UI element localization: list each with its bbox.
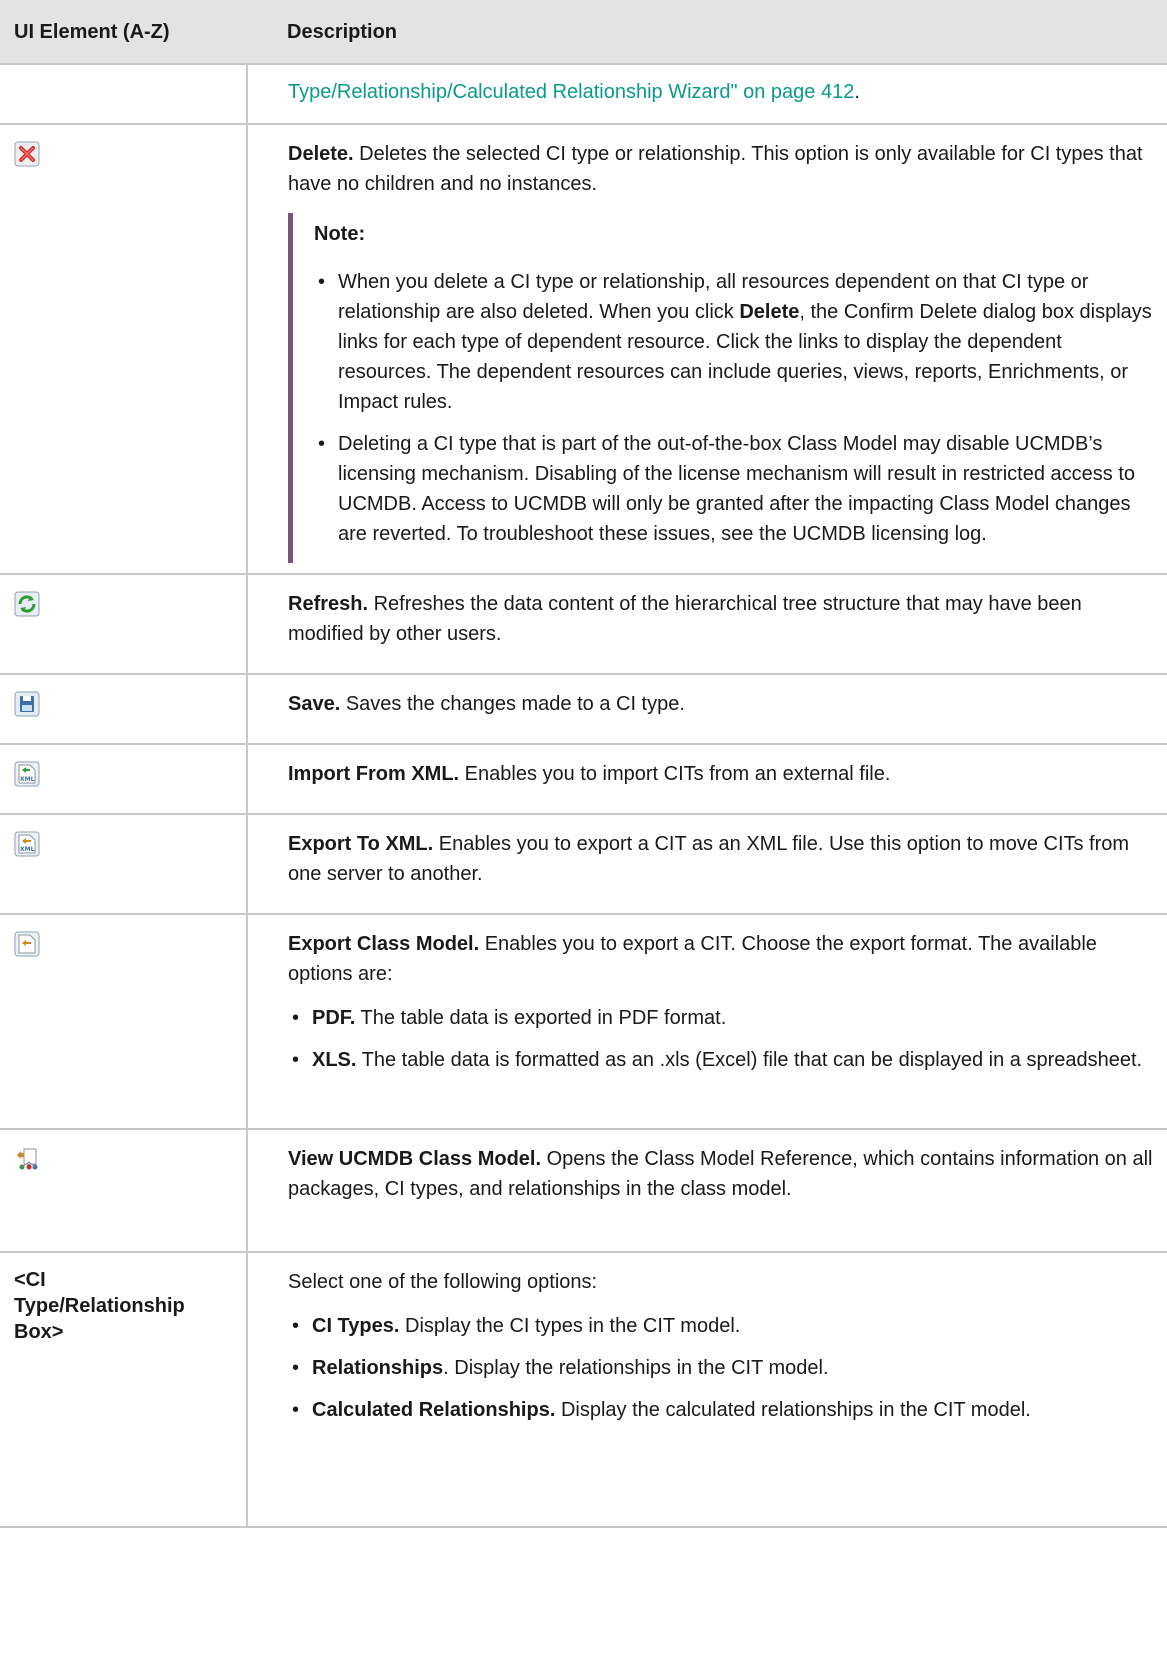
view-class-model-title: View UCMDB Class Model. [288, 1148, 542, 1170]
ci-type-box-label: <CI Type/Relationship Box> [14, 1267, 246, 1345]
bullet: • [292, 1049, 300, 1071]
ci-type-box-intro: Select one of the following options: [288, 1271, 598, 1293]
ui-element-cell [0, 64, 248, 125]
svg-text:XML: XML [20, 776, 35, 783]
bullet: • [292, 1357, 300, 1379]
bullet: • [292, 1315, 300, 1337]
list-item: • Calculated Relationships. Display the c… [288, 1395, 1155, 1425]
bullet: • [318, 433, 326, 455]
ci-type-options-list: • CI Types. Display the CI types in the C… [288, 1311, 1155, 1425]
save-icon [14, 691, 40, 717]
note2-text: Deleting a CI type that is part of the o… [338, 433, 1135, 545]
ui-element-cell: XML [0, 744, 248, 815]
export-class-model-icon [14, 931, 40, 957]
option-ci-types-text: Display the CI types in the CIT model. [399, 1315, 741, 1337]
option-xls-text: The table data is formatted as an .xls (… [356, 1049, 1143, 1071]
list-item: • XLS. The table data is formatted as an … [288, 1045, 1155, 1075]
wizard-page-link[interactable]: Type/Relationship/Calculated Relationshi… [288, 81, 854, 103]
ui-element-cell: <CI Type/Relationship Box> [0, 1252, 248, 1528]
svg-text:XML: XML [20, 846, 35, 853]
refresh-desc-text: Refreshes the data content of the hierar… [288, 593, 1082, 645]
option-relationships-label: Relationships [312, 1357, 444, 1379]
export-xml-description: Export To XML. Enables you to export a C… [288, 829, 1155, 889]
column-header-description: Description [247, 0, 1167, 65]
delete-desc-text: Deletes the selected CI type or relation… [288, 143, 1143, 195]
ui-element-cell [0, 914, 248, 1130]
option-pdf-label: PDF. [312, 1007, 356, 1029]
delete-description: Delete. Deletes the selected CI type or … [288, 139, 1155, 199]
description-cell: Save. Saves the changes made to a CI typ… [247, 674, 1167, 745]
table-row: Save. Saves the changes made to a CI typ… [0, 674, 1167, 745]
import-xml-title: Import From XML. [288, 763, 460, 785]
table-row: Type/Relationship/Calculated Relationshi… [0, 64, 1167, 125]
view-class-model-description: View UCMDB Class Model. Opens the Class … [288, 1144, 1155, 1204]
description-cell: Import From XML. Enables you to import C… [247, 744, 1167, 815]
table-row: XML Export To XML. Enables you to export… [0, 814, 1167, 915]
option-relationships-text: . Display the relationships in the CIT m… [443, 1357, 829, 1379]
delete-title: Delete. [288, 143, 354, 165]
bullet: • [292, 1399, 300, 1421]
list-item: • When you delete a CI type or relationsh… [314, 267, 1155, 417]
option-xls-label: XLS. [312, 1049, 357, 1071]
description-cell: Delete. Deletes the selected CI type or … [247, 124, 1167, 575]
bullet: • [318, 271, 326, 293]
table-row: <CI Type/Relationship Box> Select one of… [0, 1252, 1167, 1528]
option-ci-types-label: CI Types. [312, 1315, 400, 1337]
export-xml-title: Export To XML. [288, 833, 434, 855]
table-row: XML Import From XML. Enables you to impo… [0, 744, 1167, 815]
option-pdf-text: The table data is exported in PDF format… [355, 1007, 727, 1029]
import-xml-description: Import From XML. Enables you to import C… [288, 759, 1155, 789]
list-item: • Relationships. Display the relationship… [288, 1353, 1155, 1383]
export-options-list: • PDF. The table data is exported in PDF … [288, 1003, 1155, 1075]
export-xml-icon: XML [14, 831, 40, 857]
list-item: • PDF. The table data is exported in PDF … [288, 1003, 1155, 1033]
table-row: Delete. Deletes the selected CI type or … [0, 124, 1167, 575]
ui-element-cell [0, 574, 248, 675]
export-class-model-title: Export Class Model. [288, 933, 480, 955]
save-desc-text: Saves the changes made to a CI type. [340, 693, 685, 715]
ui-element-cell [0, 124, 248, 575]
description-cell: Export To XML. Enables you to export a C… [247, 814, 1167, 915]
description-cell: View UCMDB Class Model. Opens the Class … [247, 1129, 1167, 1253]
ui-element-cell [0, 1129, 248, 1253]
link-suffix: . [854, 81, 860, 103]
list-item: • Deleting a CI type that is part of the … [314, 429, 1155, 549]
column-header-ui-element: UI Element (A-Z) [0, 0, 247, 65]
ui-element-table: UI Element (A-Z) Description Type/Relati… [0, 0, 1167, 1528]
note-title: Note: [314, 223, 366, 245]
ci-type-box-label-line: Box> [14, 1321, 64, 1343]
ui-element-cell: XML [0, 814, 248, 915]
refresh-icon [14, 591, 40, 617]
description-cell: Type/Relationship/Calculated Relationshi… [247, 64, 1167, 125]
description-cell: Refresh. Refreshes the data content of t… [247, 574, 1167, 675]
description-cell: Select one of the following options: • CI… [247, 1252, 1167, 1528]
ci-type-box-label-line: Type/Relationship [14, 1295, 185, 1317]
save-description: Save. Saves the changes made to a CI typ… [288, 689, 1155, 719]
view-class-model-icon [14, 1146, 40, 1172]
ci-type-box-label-line: <CI [14, 1269, 46, 1291]
note-block: Note: • When you delete a CI type or rela… [288, 213, 1155, 563]
import-xml-icon: XML [14, 761, 40, 787]
bullet: • [292, 1007, 300, 1029]
option-calculated-relationships-label: Calculated Relationships. [312, 1399, 556, 1421]
note-list: • When you delete a CI type or relationsh… [314, 267, 1155, 549]
export-class-model-description: Export Class Model. Enables you to expor… [288, 929, 1155, 989]
save-title: Save. [288, 693, 341, 715]
option-calculated-relationships-text: Display the calculated relationships in … [555, 1399, 1031, 1421]
ui-element-cell [0, 674, 248, 745]
table-row: Refresh. Refreshes the data content of t… [0, 574, 1167, 675]
refresh-description: Refresh. Refreshes the data content of t… [288, 589, 1155, 649]
table-row: Export Class Model. Enables you to expor… [0, 914, 1167, 1130]
description-cell: Export Class Model. Enables you to expor… [247, 914, 1167, 1130]
table-row: View UCMDB Class Model. Opens the Class … [0, 1129, 1167, 1253]
list-item: • CI Types. Display the CI types in the C… [288, 1311, 1155, 1341]
import-xml-desc-text: Enables you to import CITs from an exter… [459, 763, 891, 785]
table-header-row: UI Element (A-Z) Description [0, 0, 1167, 65]
note1-bold: Delete [739, 301, 800, 323]
refresh-title: Refresh. [288, 593, 369, 615]
delete-icon [14, 141, 40, 167]
